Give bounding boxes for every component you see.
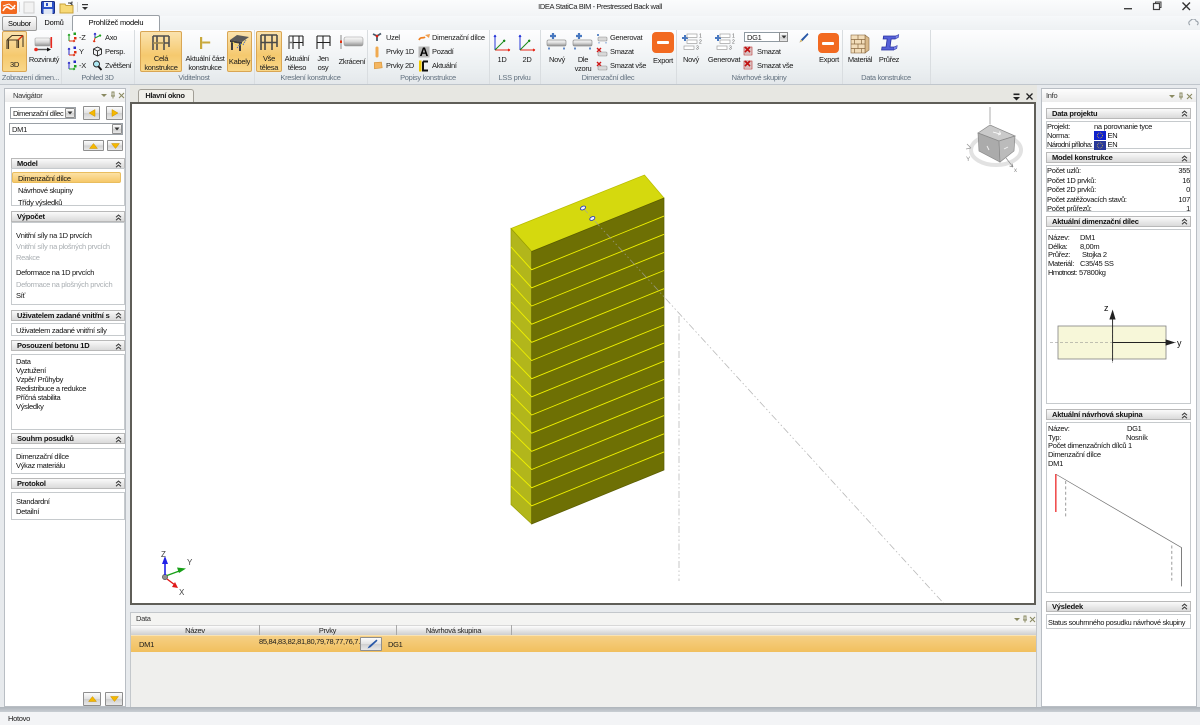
svg-text:3: 3 (696, 46, 699, 52)
svg-text:X: X (179, 588, 185, 597)
svg-text:Z: Z (161, 550, 166, 559)
svg-text:A: A (420, 46, 429, 58)
svg-text:x: x (1014, 168, 1017, 174)
svg-text:3: 3 (729, 46, 732, 52)
svg-text:y: y (1177, 338, 1182, 348)
svg-text:2: 2 (699, 40, 702, 46)
svg-text:z: z (1104, 303, 1109, 313)
svg-text:Y: Y (187, 558, 193, 567)
svg-text:Y: Y (966, 156, 971, 163)
svg-text:2: 2 (732, 40, 735, 46)
